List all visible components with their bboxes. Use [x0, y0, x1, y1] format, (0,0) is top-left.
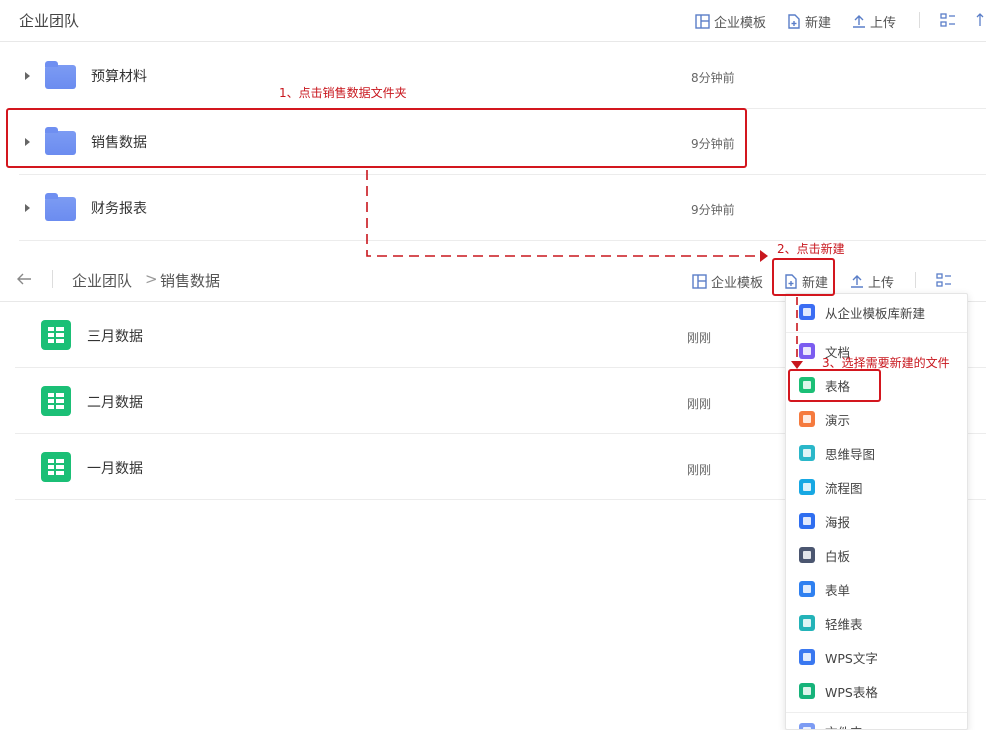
arrowhead-step2 — [760, 250, 768, 262]
arrow-step1-to-step2 — [366, 170, 762, 257]
annotation-arrows — [366, 170, 803, 369]
arrowhead-step3 — [791, 361, 803, 369]
